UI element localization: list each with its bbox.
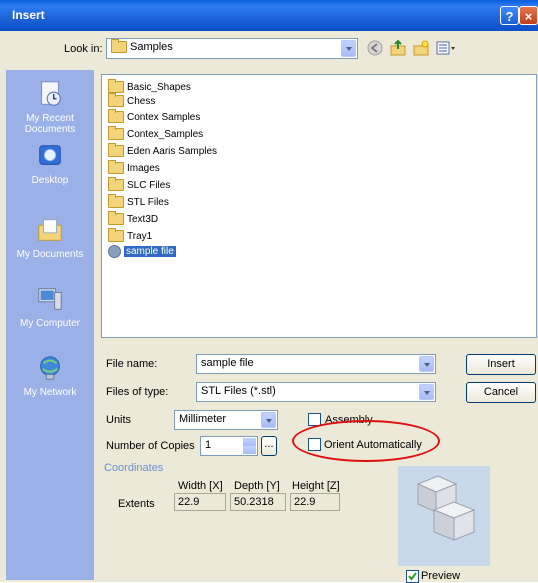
extents-width-field: 22.9 — [174, 493, 226, 511]
extents-header-y: Depth [Y] — [234, 480, 280, 492]
place-label: Desktop — [31, 175, 69, 186]
extents-depth-field: 50.2318 — [230, 493, 286, 511]
folder-icon — [108, 228, 124, 243]
list-item[interactable]: Text3D — [108, 211, 158, 227]
window-title: Insert — [12, 8, 45, 22]
folder-icon — [108, 126, 124, 141]
coordinates-label[interactable]: Coordinates — [104, 462, 163, 474]
place-label: My Network — [23, 387, 77, 398]
list-item[interactable]: SLC Files — [108, 177, 170, 193]
list-item[interactable]: Tray1 — [108, 228, 152, 244]
back-icon[interactable] — [366, 39, 384, 57]
my-documents-icon — [38, 219, 62, 241]
views-menu-icon[interactable] — [435, 39, 457, 57]
list-item[interactable]: Contex Samples — [108, 109, 200, 125]
close-button[interactable]: × — [519, 6, 538, 25]
chevron-down-icon[interactable] — [341, 40, 356, 57]
file-name-value: sample file — [201, 357, 254, 369]
file-name-label: File name: — [106, 358, 158, 370]
title-bar[interactable]: Insert ? × — [0, 0, 538, 31]
list-item[interactable]: Basic_Shapes — [108, 79, 191, 95]
copies-value: 1 — [205, 439, 212, 451]
place-my-documents[interactable]: My Documents — [6, 216, 94, 260]
list-item[interactable]: Chess — [108, 93, 155, 109]
model-preview-image — [416, 475, 476, 541]
up-folder-icon[interactable] — [389, 39, 407, 57]
extents-header-x: Width [X] — [178, 480, 223, 492]
file-list[interactable]: Basic_Shapes Chess Contex Samples Contex… — [101, 74, 537, 338]
insert-button[interactable]: Insert — [466, 354, 536, 375]
folder-icon — [108, 143, 124, 158]
my-network-icon — [40, 356, 60, 380]
copies-label: Number of Copies — [106, 440, 195, 452]
chevron-down-icon[interactable] — [419, 384, 434, 400]
copies-spinner[interactable]: 1 — [200, 436, 258, 456]
folder-icon — [108, 93, 124, 108]
extents-height-field: 22.9 — [290, 493, 340, 511]
look-in-combo[interactable]: Samples — [106, 38, 358, 59]
place-label: My Computer — [19, 318, 80, 329]
file-icon — [108, 245, 121, 258]
folder-icon — [108, 177, 124, 192]
folder-icon — [108, 109, 124, 124]
list-item[interactable]: Eden Aaris Samples — [108, 143, 217, 159]
units-combo[interactable]: Millimeter — [174, 410, 278, 430]
preview-label: Preview — [421, 570, 461, 582]
list-item[interactable]: Contex_Samples — [108, 126, 203, 142]
file-type-value: STL Files (*.stl) — [201, 385, 276, 397]
list-item[interactable]: Images — [108, 160, 160, 176]
place-recent-documents[interactable]: My Recent Documents — [6, 80, 94, 135]
extents-header-z: Height [Z] — [292, 480, 340, 492]
folder-icon — [108, 160, 124, 175]
units-label: Units — [106, 414, 132, 426]
folder-icon — [108, 79, 124, 94]
list-item[interactable]: STL Files — [108, 194, 169, 210]
desktop-icon — [39, 145, 61, 165]
folder-icon — [108, 194, 124, 209]
browse-button[interactable]: ... — [261, 436, 277, 456]
look-in-label: Look in: — [64, 43, 103, 55]
recent-documents-icon — [41, 81, 61, 106]
file-name-combo[interactable]: sample file — [196, 354, 436, 374]
spin-down-icon[interactable] — [243, 446, 256, 454]
chevron-down-icon[interactable] — [261, 412, 276, 428]
place-my-computer[interactable]: My Computer — [6, 285, 94, 329]
preview-pane — [398, 466, 490, 566]
extents-label: Extents — [118, 498, 155, 510]
checkmark-icon — [408, 572, 417, 581]
look-in-value: Samples — [130, 41, 173, 53]
cancel-button[interactable]: Cancel — [466, 382, 536, 403]
list-item-selected[interactable]: sample file — [108, 245, 176, 259]
help-button[interactable]: ? — [500, 6, 519, 25]
chevron-down-icon[interactable] — [419, 356, 434, 372]
place-label: My Documents — [16, 249, 84, 260]
folder-icon — [111, 39, 127, 54]
place-desktop[interactable]: Desktop — [6, 142, 94, 186]
highlight-ellipse — [292, 420, 440, 462]
preview-checkbox[interactable] — [406, 570, 419, 583]
place-my-network[interactable]: My Network — [6, 354, 94, 398]
places-bar: My Recent Documents Desktop My Documents… — [6, 70, 94, 580]
place-label: My Recent Documents — [24, 113, 76, 135]
insert-dialog: Insert ? × Look in: Samples My Recent Do… — [0, 0, 538, 583]
file-type-label: Files of type: — [106, 386, 169, 398]
file-type-combo[interactable]: STL Files (*.stl) — [196, 382, 436, 402]
spin-up-icon[interactable] — [243, 438, 256, 446]
my-computer-icon — [38, 288, 62, 310]
new-folder-icon[interactable] — [412, 39, 430, 57]
units-value: Millimeter — [179, 413, 227, 425]
folder-icon — [108, 211, 124, 226]
